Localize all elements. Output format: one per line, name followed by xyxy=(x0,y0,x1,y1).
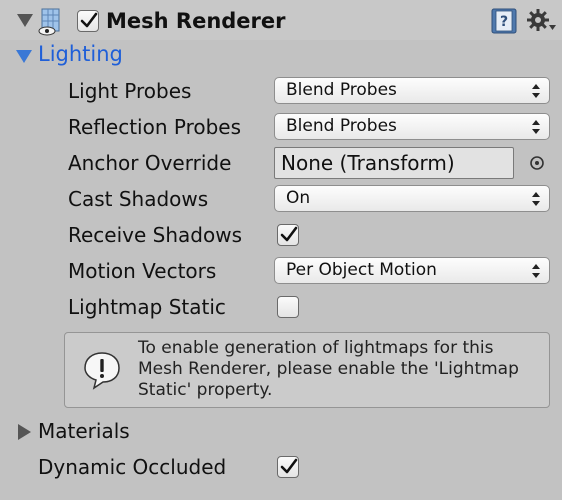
dropdown-arrows-icon xyxy=(532,84,540,98)
checkmark-icon xyxy=(80,12,98,28)
lighting-foldout-label[interactable]: Lighting xyxy=(38,42,123,66)
gear-icon[interactable] xyxy=(527,8,557,34)
mesh-renderer-icon xyxy=(38,8,66,36)
lighting-foldout-arrow-icon[interactable] xyxy=(16,50,32,63)
svg-text:?: ? xyxy=(500,14,508,30)
reflection-probes-label: Reflection Probes xyxy=(68,115,242,139)
motion-vectors-dropdown[interactable]: Per Object Motion xyxy=(274,257,550,284)
component-title: Mesh Renderer xyxy=(106,9,286,33)
anchor-override-label: Anchor Override xyxy=(68,151,232,175)
dropdown-arrows-icon xyxy=(532,120,540,134)
lightmap-static-checkbox[interactable] xyxy=(277,296,299,318)
lightmap-static-label: Lightmap Static xyxy=(68,295,226,319)
motion-vectors-value: Per Object Motion xyxy=(286,260,437,280)
help-book-icon[interactable]: ? xyxy=(491,8,517,34)
reflection-probes-dropdown[interactable]: Blend Probes xyxy=(274,113,550,140)
dropdown-arrows-icon xyxy=(532,264,540,278)
lightmap-help-box: To enable generation of lightmaps for th… xyxy=(64,332,550,408)
object-picker-icon[interactable] xyxy=(529,155,545,171)
receive-shadows-checkbox[interactable] xyxy=(277,224,299,246)
materials-foldout-label[interactable]: Materials xyxy=(38,419,130,443)
dynamic-occluded-checkbox[interactable] xyxy=(277,456,299,478)
info-icon xyxy=(82,350,122,390)
component-header: Mesh Renderer ? xyxy=(0,0,562,40)
component-foldout-arrow-icon[interactable] xyxy=(17,14,33,27)
cast-shadows-value: On xyxy=(286,188,311,208)
reflection-probes-value: Blend Probes xyxy=(286,116,397,136)
checkmark-icon xyxy=(280,226,298,242)
receive-shadows-label: Receive Shadows xyxy=(68,223,242,247)
light-probes-dropdown[interactable]: Blend Probes xyxy=(274,77,550,104)
motion-vectors-label: Motion Vectors xyxy=(68,259,217,283)
dropdown-arrows-icon xyxy=(532,192,540,206)
cast-shadows-label: Cast Shadows xyxy=(68,187,209,211)
cast-shadows-dropdown[interactable]: On xyxy=(274,185,550,212)
light-probes-label: Light Probes xyxy=(68,79,192,103)
dynamic-occluded-label: Dynamic Occluded xyxy=(38,455,227,479)
help-line-2: Mesh Renderer, please enable the 'Lightm… xyxy=(138,359,519,379)
checkmark-icon xyxy=(280,458,298,474)
anchor-override-field[interactable]: None (Transform) xyxy=(274,147,514,179)
help-line-3: Static' property. xyxy=(138,380,273,400)
component-enabled-checkbox[interactable] xyxy=(77,10,99,32)
light-probes-value: Blend Probes xyxy=(286,80,397,100)
help-line-1: To enable generation of lightmaps for th… xyxy=(138,338,494,358)
lightmap-help-text: To enable generation of lightmaps for th… xyxy=(138,338,548,401)
anchor-override-value: None (Transform) xyxy=(281,151,455,175)
materials-foldout-arrow-icon[interactable] xyxy=(18,424,31,440)
